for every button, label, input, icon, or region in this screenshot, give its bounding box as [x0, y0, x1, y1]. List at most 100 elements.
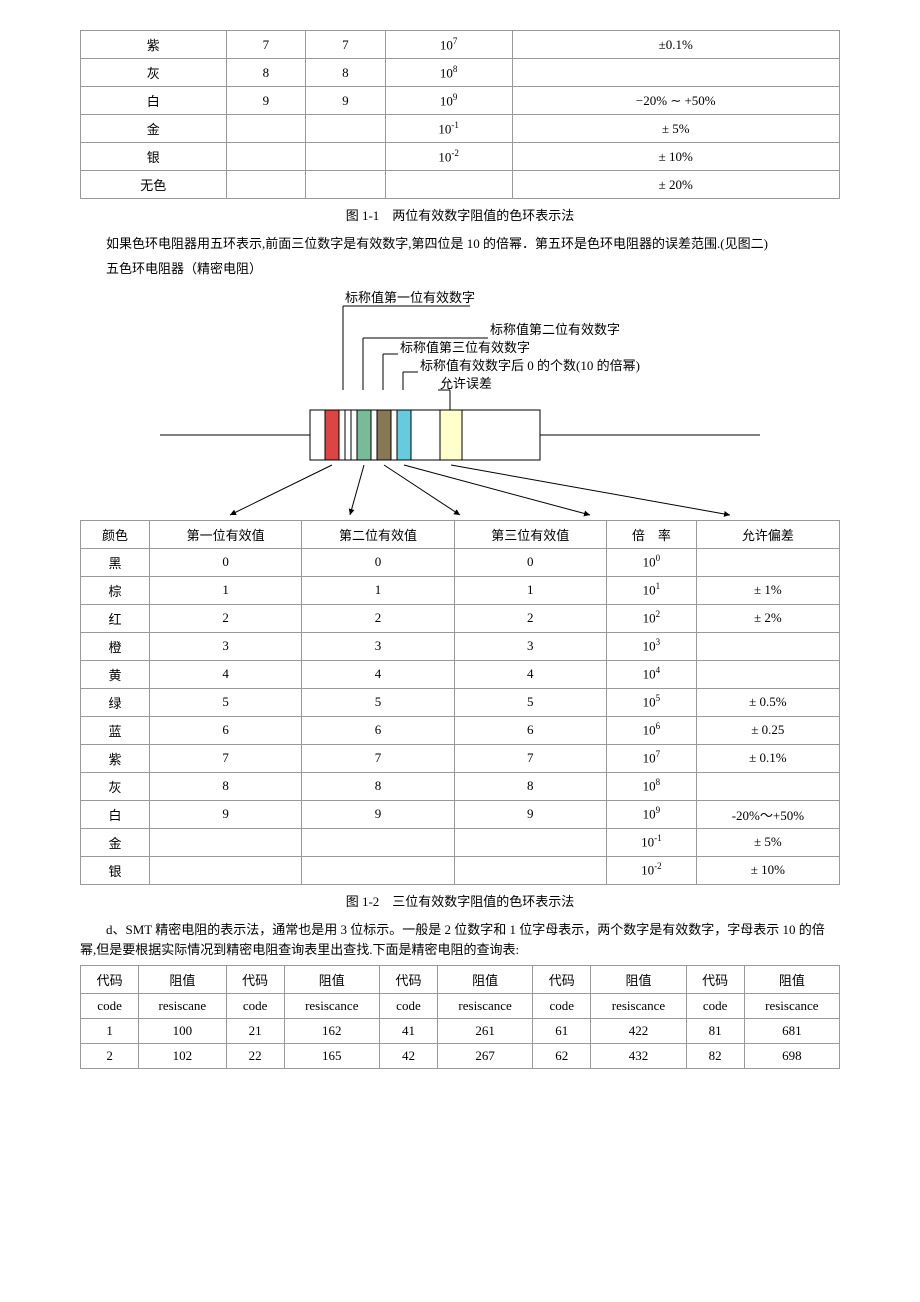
cell-tol: ± 10%	[512, 143, 839, 171]
t3-h-val-3: 阻值	[438, 966, 533, 994]
cell-tol: ± 1%	[696, 576, 839, 604]
cell-color: 棕	[81, 576, 150, 604]
cell-color: 橙	[81, 632, 150, 660]
smt-lookup-table: 代码 阻值 代码 阻值 代码 阻值 代码 阻值 代码 阻值 code resis…	[80, 965, 840, 1069]
cell-mult: 10-1	[606, 828, 696, 856]
cell-d1: 1	[149, 576, 301, 604]
cell-color: 白	[81, 800, 150, 828]
cell-color: 银	[81, 856, 150, 884]
cell-d2	[306, 171, 386, 199]
table-row: 无色± 20%	[81, 171, 840, 199]
color-code-table-1: 紫77107±0.1%灰88108白99109−20% ∼ +50%金10-1±…	[80, 30, 840, 199]
cell-tol: ± 5%	[696, 828, 839, 856]
cell-mult: 10-2	[385, 143, 512, 171]
cell-mult: 109	[606, 800, 696, 828]
cell-color: 白	[81, 87, 227, 115]
t3-h-code-en-5: code	[686, 994, 744, 1019]
cell-d3	[454, 828, 606, 856]
cell-d2: 9	[306, 87, 386, 115]
cell-d2: 7	[306, 31, 386, 59]
t2-header-color: 颜色	[81, 520, 150, 548]
cell-d3: 7	[454, 744, 606, 772]
cell-mult: 100	[606, 548, 696, 576]
table-row: 黑000100	[81, 548, 840, 576]
cell-d3: 1	[454, 576, 606, 604]
table-row: 白99109−20% ∼ +50%	[81, 87, 840, 115]
cell-color: 绿	[81, 688, 150, 716]
resistor-svg: 标称值第一位有效数字 标称值第二位有效数字 标称值第三位有效数字 标称值有效数字…	[110, 290, 810, 520]
t3-h-code-3: 代码	[379, 966, 437, 994]
cell-d2: 4	[302, 660, 454, 688]
cell-d3: 6	[454, 716, 606, 744]
cell-tol	[696, 772, 839, 800]
table1-caption: 图 1-1 两位有效数字阻值的色环表示法	[80, 205, 840, 224]
cell-d2: 0	[302, 548, 454, 576]
table2-caption: 图 1-2 三位有效数字阻值的色环表示法	[80, 891, 840, 910]
cell-color: 金	[81, 115, 227, 143]
resistor-diagram: 标称值第一位有效数字 标称值第二位有效数字 标称值第三位有效数字 标称值有效数字…	[80, 290, 840, 520]
diagram-label-1: 标称值第一位有效数字	[345, 290, 475, 305]
table-row: 金10-1± 5%	[81, 115, 840, 143]
table-row: 绿555105± 0.5%	[81, 688, 840, 716]
t3-h-code-en-3: code	[379, 994, 437, 1019]
cell-d1	[226, 115, 306, 143]
cell-color: 无色	[81, 171, 227, 199]
cell-d3	[454, 856, 606, 884]
t3-h-val-2: 阻值	[284, 966, 379, 994]
diagram-label-4: 标称值有效数字后 0 的个数(10 的倍幂)	[420, 358, 640, 373]
cell-mult: 105	[606, 688, 696, 716]
cell-d1	[226, 143, 306, 171]
cell-color: 灰	[81, 772, 150, 800]
cell-d2: 8	[306, 59, 386, 87]
cell-mult: 103	[606, 632, 696, 660]
cell-d1: 9	[226, 87, 306, 115]
t3-h-val-1: 阻值	[139, 966, 226, 994]
table-row: 银10-2± 10%	[81, 856, 840, 884]
t2-header-mult: 倍 率	[606, 520, 696, 548]
cell-color: 蓝	[81, 716, 150, 744]
cell-d1: 0	[149, 548, 301, 576]
paragraph-2: 五色环电阻器（精密电阻）	[106, 259, 840, 280]
t3-h-val-en-1: resiscane	[139, 994, 226, 1019]
t2-header-tol: 允许偏差	[696, 520, 839, 548]
cell-code: 2	[81, 1044, 139, 1069]
cell-val: 102	[139, 1044, 226, 1069]
cell-tol	[696, 632, 839, 660]
cell-color: 黄	[81, 660, 150, 688]
table-row: 蓝666106± 0.25	[81, 716, 840, 744]
cell-code: 1	[81, 1019, 139, 1044]
cell-d3: 0	[454, 548, 606, 576]
cell-color: 银	[81, 143, 227, 171]
t3-h-val-en-3: resiscance	[438, 994, 533, 1019]
cell-tol	[696, 548, 839, 576]
cell-color: 灰	[81, 59, 227, 87]
cell-color: 紫	[81, 744, 150, 772]
cell-d3: 8	[454, 772, 606, 800]
cell-d1: 5	[149, 688, 301, 716]
diagram-label-2: 标称值第二位有效数字	[490, 322, 620, 337]
cell-color: 金	[81, 828, 150, 856]
cell-d2	[306, 115, 386, 143]
cell-tol	[696, 660, 839, 688]
cell-mult: 104	[606, 660, 696, 688]
cell-tol: ± 2%	[696, 604, 839, 632]
cell-d1: 7	[149, 744, 301, 772]
table-row: 银 10-2± 10%	[81, 143, 840, 171]
cell-mult: 10-1	[385, 115, 512, 143]
cell-color: 红	[81, 604, 150, 632]
table-row: 210222165422676243282698	[81, 1044, 840, 1069]
cell-d1: 9	[149, 800, 301, 828]
cell-d1: 8	[226, 59, 306, 87]
cell-val: 100	[139, 1019, 226, 1044]
cell-d2: 3	[302, 632, 454, 660]
cell-d2	[302, 856, 454, 884]
cell-val: 261	[438, 1019, 533, 1044]
cell-mult: 109	[385, 87, 512, 115]
diagram-label-5: 允许误差	[440, 376, 492, 391]
table-row: 灰888108	[81, 772, 840, 800]
cell-d3: 5	[454, 688, 606, 716]
cell-code: 22	[226, 1044, 284, 1069]
table-row: 棕111101± 1%	[81, 576, 840, 604]
cell-d1	[149, 828, 301, 856]
t3-h-val-en-4: resiscance	[591, 994, 686, 1019]
